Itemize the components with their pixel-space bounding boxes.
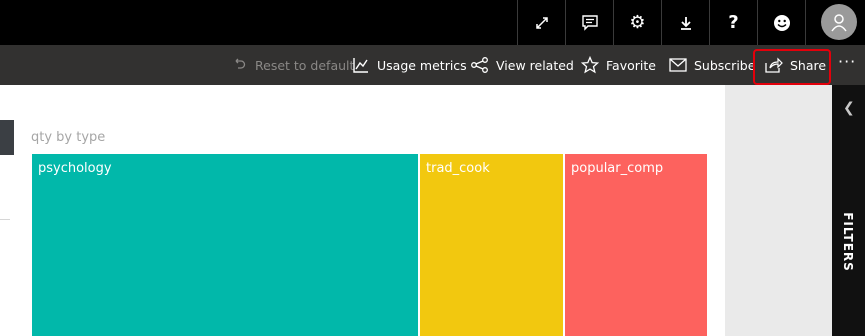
star-icon [581, 56, 599, 74]
comments-button[interactable] [565, 0, 613, 45]
question-icon: ? [728, 12, 739, 33]
favorite-label: Favorite [606, 57, 656, 73]
treemap-cell-label: trad_cook [426, 161, 490, 176]
action-bar: Reset to default Usage metrics View rela… [0, 45, 865, 85]
comment-icon [581, 14, 598, 31]
mail-icon [669, 56, 687, 74]
user-icon [831, 14, 847, 32]
smiley-icon [773, 14, 790, 31]
gear-icon: ⚙ [629, 12, 646, 33]
top-bar: ⚙ ? [0, 0, 865, 45]
canvas-margin [725, 85, 832, 336]
settings-button[interactable]: ⚙ [613, 0, 661, 45]
share-highlight [753, 49, 831, 85]
subscribe-button[interactable]: Subscribe [669, 45, 755, 85]
related-icon [471, 56, 489, 74]
avatar[interactable] [821, 4, 857, 40]
filters-pane[interactable]: ❮ FILTERS [832, 85, 865, 336]
feedback-button[interactable] [757, 0, 805, 45]
treemap-cell-label: psychology [38, 161, 112, 176]
chevron-left-icon[interactable]: ❮ [843, 100, 855, 116]
download-button[interactable] [661, 0, 709, 45]
related-label: View related [496, 57, 574, 73]
subscribe-label: Subscribe [694, 57, 756, 73]
chart-line-icon [352, 56, 370, 74]
download-icon [680, 16, 691, 30]
treemap-cell-trad-cook[interactable]: trad_cook [420, 154, 563, 336]
view-related-button[interactable]: View related [471, 45, 574, 85]
favorite-button[interactable]: Favorite [581, 45, 656, 85]
treemap-cell-popular-comp[interactable]: popular_comp [565, 154, 707, 336]
expand-icon [535, 16, 548, 29]
left-divider [0, 219, 10, 220]
left-panel-edge [0, 120, 14, 155]
filters-label: FILTERS [841, 212, 855, 272]
more-options-button[interactable]: ··· [838, 52, 856, 71]
reset-to-default-button[interactable]: Reset to default [230, 45, 354, 85]
fullscreen-button[interactable] [517, 0, 565, 45]
help-button[interactable]: ? [709, 0, 757, 45]
treemap-cell-psychology[interactable]: psychology [32, 154, 418, 336]
visual-title: qty by type [31, 130, 106, 145]
treemap-cell-label: popular_comp [571, 161, 664, 176]
reset-label: Reset to default [255, 57, 355, 73]
usage-metrics-button[interactable]: Usage metrics [352, 45, 467, 85]
undo-icon [230, 56, 248, 74]
usage-label: Usage metrics [377, 57, 467, 73]
